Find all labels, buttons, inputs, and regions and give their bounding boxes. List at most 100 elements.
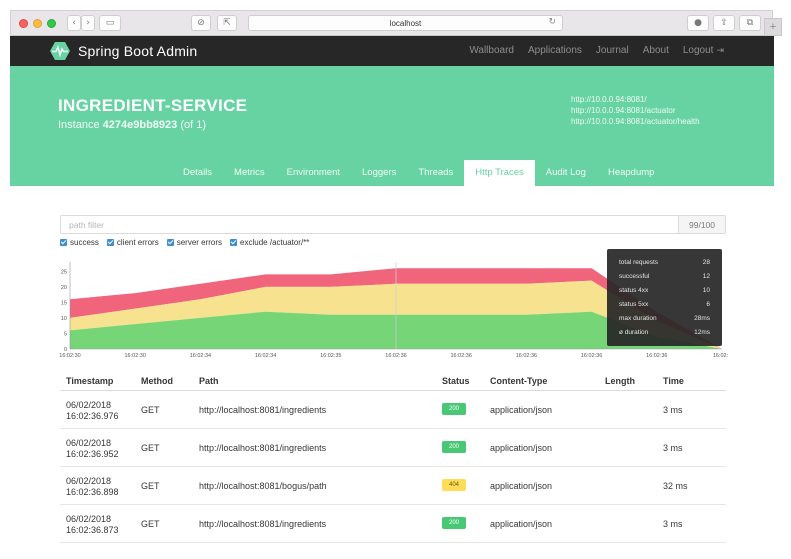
instance-prefix: Instance: [58, 119, 100, 131]
nav-links: Wallboard Applications Journal About Log…: [455, 45, 724, 56]
instance-tabs: Details Metrics Environment Loggers Thre…: [172, 160, 665, 186]
content-type-cell: application/json: [490, 519, 553, 529]
tabs-overview-icon[interactable]: ⧉: [739, 15, 761, 31]
path-cell: http://localhost:8081/ingredients: [199, 443, 327, 453]
tab-loggers[interactable]: Loggers: [351, 160, 407, 186]
logout-link[interactable]: Logout ⇥: [683, 45, 724, 56]
trace-filters: success client errors server errors excl…: [60, 238, 317, 247]
timestamp-cell: 06/02/2018 16:02:36.952: [66, 438, 136, 460]
table-row[interactable]: 06/02/2018 16:02:36.873 GET http://localh…: [60, 505, 726, 543]
timestamp-cell: 06/02/2018 16:02:36.898: [66, 476, 136, 498]
info-icon[interactable]: ●: [687, 15, 709, 31]
tab-details[interactable]: Details: [172, 160, 223, 186]
status-badge: 200: [442, 517, 466, 529]
timestamp-date: 06/02/2018: [66, 438, 112, 448]
new-tab-icon[interactable]: +: [764, 18, 782, 36]
traces-table: Timestamp Method Path Status Content-Typ…: [60, 371, 726, 543]
column-header-path[interactable]: Path: [199, 376, 219, 386]
tooltip-label: status 4xx: [619, 287, 649, 294]
status-badge: 200: [442, 441, 466, 453]
upload-icon[interactable]: ⇪: [713, 15, 735, 31]
management-url[interactable]: http://10.0.0.94:8081/actuator: [571, 105, 700, 116]
health-url[interactable]: http://10.0.0.94:8081/actuator/health: [571, 116, 700, 127]
tab-http-traces[interactable]: Http Traces: [464, 160, 535, 186]
time-cell: 32 ms: [663, 481, 688, 491]
x-tick-label: 16:02:34: [255, 353, 276, 359]
nav-link-applications[interactable]: Applications: [528, 45, 582, 56]
tab-metrics[interactable]: Metrics: [223, 160, 276, 186]
sidebar-icon[interactable]: ▭: [99, 15, 121, 31]
forward-icon[interactable]: ›: [81, 15, 95, 31]
y-tick-label: 10: [61, 316, 67, 322]
x-tick-label: 16:02:36: [450, 353, 471, 359]
content-type-cell: application/json: [490, 405, 553, 415]
y-tick-label: 20: [61, 285, 67, 291]
content-type-cell: application/json: [490, 443, 553, 453]
timestamp-time: 16:02:36.873: [66, 525, 119, 535]
tooltip-value: 6: [706, 301, 710, 308]
success-checkbox[interactable]: success: [60, 238, 99, 247]
exclude-actuator-checkbox[interactable]: exclude /actuator/**: [230, 238, 309, 247]
x-tick-label: 16:02:30: [124, 353, 145, 359]
address-bar[interactable]: localhost ↻: [248, 15, 563, 31]
tooltip-label: total requests: [619, 259, 659, 266]
timestamp-date: 06/02/2018: [66, 476, 112, 486]
tab-environment[interactable]: Environment: [276, 160, 351, 186]
tooltip-row: successful 12: [619, 270, 710, 284]
x-tick-label: 16:02:35: [320, 353, 341, 359]
tooltip-row: status 5xx 6: [619, 298, 710, 312]
checkbox-checked-icon: [60, 239, 67, 246]
tooltip-row: total requests 28: [619, 256, 710, 270]
path-cell: http://localhost:8081/ingredients: [199, 405, 327, 415]
logout-label: Logout: [682, 45, 714, 56]
tooltip-value: 28: [702, 259, 710, 266]
tooltip-label: ø duration: [619, 329, 649, 336]
column-header-content-type[interactable]: Content-Type: [490, 376, 547, 386]
column-header-time[interactable]: Time: [663, 376, 684, 386]
reload-icon[interactable]: ↻: [548, 17, 556, 27]
back-icon[interactable]: ‹: [67, 15, 81, 31]
tooltip-label: status 5xx: [619, 301, 649, 308]
tooltip-label: successful: [619, 273, 650, 280]
nav-link-wallboard[interactable]: Wallboard: [469, 45, 514, 56]
server-errors-checkbox[interactable]: server errors: [166, 238, 222, 247]
tab-audit-log[interactable]: Audit Log: [535, 160, 597, 186]
maximize-window-button[interactable]: [47, 19, 56, 28]
nav-link-about[interactable]: About: [643, 45, 669, 56]
timestamp-time: 16:02:36.898: [66, 487, 119, 497]
nav-link-journal[interactable]: Journal: [596, 45, 629, 56]
column-header-timestamp[interactable]: Timestamp: [66, 376, 113, 386]
service-url[interactable]: http://10.0.0.94:8081/: [571, 94, 700, 105]
close-window-button[interactable]: [19, 19, 28, 28]
content-type-cell: application/json: [490, 481, 553, 491]
checkbox-label: success: [70, 238, 99, 247]
timestamp-time: 16:02:36.976: [66, 411, 119, 421]
table-row[interactable]: 06/02/2018 16:02:36.898 GET http://localh…: [60, 467, 726, 505]
instance-info: Instance 4274e9bb8923 (of 1): [58, 119, 206, 131]
tab-threads[interactable]: Threads: [407, 160, 464, 186]
brand[interactable]: Spring Boot Admin: [50, 42, 197, 60]
column-header-status[interactable]: Status: [442, 376, 470, 386]
table-row[interactable]: 06/02/2018 16:02:36.952 GET http://localh…: [60, 429, 726, 467]
instance-header: INGREDIENT-SERVICE Instance 4274e9bb8923…: [10, 66, 774, 186]
tooltip-row: status 4xx 10: [619, 284, 710, 298]
privacy-icon[interactable]: ⊘: [191, 15, 211, 31]
heartbeat-logo-icon: [50, 42, 70, 60]
navbar: Spring Boot Admin Wallboard Applications…: [10, 36, 774, 66]
share-page-icon[interactable]: ⇱: [217, 15, 237, 31]
timestamp-date: 06/02/2018: [66, 400, 112, 410]
tooltip-value: 12: [702, 273, 710, 280]
client-errors-checkbox[interactable]: client errors: [106, 238, 159, 247]
table-header: Timestamp Method Path Status Content-Typ…: [60, 371, 726, 391]
table-row[interactable]: 06/02/2018 16:02:36.976 GET http://localh…: [60, 391, 726, 429]
path-filter-input[interactable]: [61, 216, 679, 233]
tooltip-row: ø duration 12ms: [619, 326, 710, 340]
time-cell: 3 ms: [663, 405, 683, 415]
browser-toolbar: ‹ › ▭ ⊘ ⇱ localhost ↻ ● ⇪ ⧉ +: [10, 10, 782, 36]
method-cell: GET: [141, 481, 160, 491]
tab-heapdump[interactable]: Heapdump: [597, 160, 665, 186]
column-header-length[interactable]: Length: [605, 376, 635, 386]
minimize-window-button[interactable]: [33, 19, 42, 28]
column-header-method[interactable]: Method: [141, 376, 173, 386]
tooltip-value: 28ms: [694, 315, 710, 322]
